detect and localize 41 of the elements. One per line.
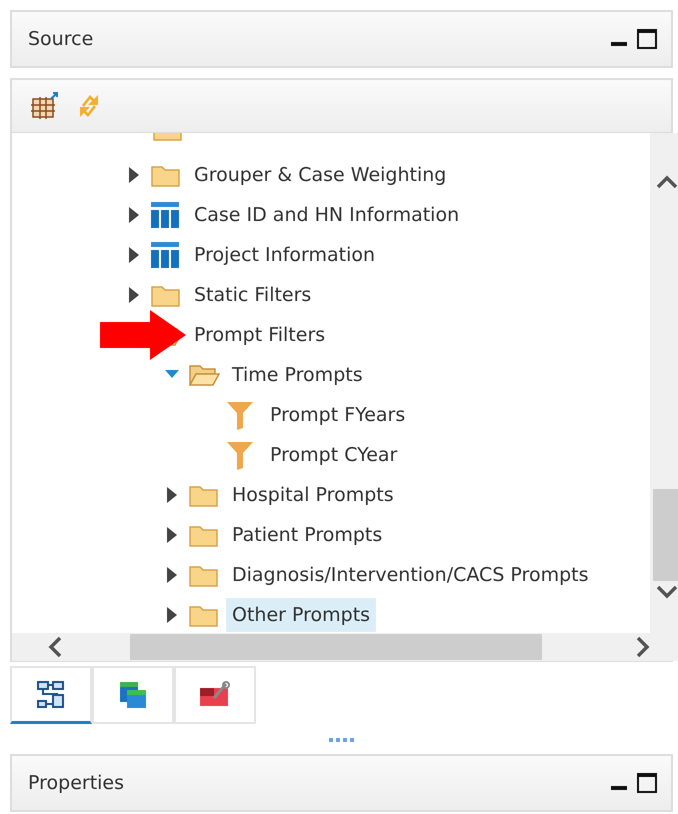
view-tab[interactable] bbox=[92, 666, 174, 724]
view-tab[interactable] bbox=[174, 666, 256, 724]
tree-item[interactable]: Grouper & Case Weighting bbox=[188, 158, 452, 192]
scroll-down-icon[interactable] bbox=[656, 585, 678, 599]
tree-item[interactable]: Prompt FYears bbox=[264, 398, 412, 432]
grid-refresh-icon[interactable] bbox=[30, 91, 60, 121]
tree-item[interactable]: Time Prompts bbox=[226, 358, 369, 392]
tables-icon bbox=[118, 680, 148, 710]
scroll-left-icon[interactable] bbox=[48, 636, 62, 658]
scroll-up-icon[interactable] bbox=[656, 175, 678, 189]
tree-item[interactable]: Diagnosis/Intervention/CACS Prompts bbox=[226, 558, 594, 592]
expand-arrow-icon[interactable] bbox=[167, 567, 177, 583]
scrollbar-thumb[interactable] bbox=[130, 634, 542, 660]
maximize-icon[interactable] bbox=[637, 29, 657, 49]
funnel-icon bbox=[226, 440, 254, 470]
scroll-right-icon[interactable] bbox=[636, 636, 650, 658]
panel-title: Properties bbox=[28, 772, 126, 794]
scrollbar-thumb[interactable] bbox=[653, 489, 678, 581]
funnel-icon bbox=[226, 400, 254, 430]
tree-item[interactable]: Project Information bbox=[188, 238, 382, 272]
diagram-icon bbox=[36, 680, 66, 710]
tree-item[interactable]: Hospital Prompts bbox=[226, 478, 400, 512]
tree-item[interactable]: Patient Prompts bbox=[226, 518, 388, 552]
expand-arrow-icon[interactable] bbox=[167, 527, 177, 543]
tree-item[interactable]: Case ID and HN Information bbox=[188, 198, 466, 232]
table-icon bbox=[150, 241, 180, 269]
table-icon bbox=[150, 201, 180, 229]
tree-item[interactable]: Prompt CYear bbox=[264, 438, 404, 472]
view-tab[interactable] bbox=[10, 666, 92, 724]
tree-item[interactable]: Other Prompts bbox=[226, 598, 376, 632]
expand-arrow-icon[interactable] bbox=[129, 287, 139, 303]
expand-arrow-icon[interactable] bbox=[129, 207, 139, 223]
expand-arrow-icon[interactable] bbox=[129, 247, 139, 263]
tree-item[interactable]: Static Filters bbox=[188, 278, 318, 312]
expand-arrow-icon[interactable] bbox=[167, 487, 177, 503]
tree-item[interactable]: Prompt Filters bbox=[188, 318, 332, 352]
maximize-icon[interactable] bbox=[637, 773, 657, 793]
panel-title: Source bbox=[28, 28, 94, 50]
expand-arrow-icon[interactable] bbox=[167, 607, 177, 623]
collapse-arrow-icon[interactable] bbox=[165, 370, 179, 380]
expand-arrow-icon[interactable] bbox=[129, 167, 139, 183]
